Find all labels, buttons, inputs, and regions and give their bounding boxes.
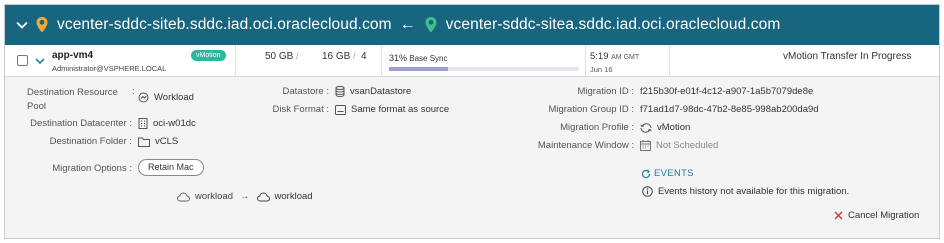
resource-pool-icon bbox=[138, 92, 149, 103]
sync-percent: 31% bbox=[389, 53, 408, 63]
migration-panel: vcenter-sddc-siteb.sddc.iad.oci.oraclecl… bbox=[4, 4, 940, 239]
info-icon bbox=[642, 186, 653, 197]
refresh-icon[interactable] bbox=[641, 169, 651, 179]
cloud-icon bbox=[177, 191, 190, 201]
migration-id-value: f215b30f-e01f-4c12-a907-1a5b7079de8e bbox=[640, 86, 814, 97]
events-info-text: Events history not available for this mi… bbox=[658, 186, 850, 197]
migration-options-label: Migration Options : bbox=[52, 163, 132, 174]
disk-icon bbox=[335, 104, 346, 115]
sync-status: 31% Base Sync bbox=[389, 53, 448, 63]
vmotion-badge: vMotion bbox=[191, 50, 226, 61]
datastore-label: Datastore : bbox=[282, 86, 329, 97]
migration-row[interactable]: app-vm4 Administrator@VSPHERE.LOCAL vMot… bbox=[5, 45, 939, 77]
chevron-down-icon[interactable] bbox=[34, 55, 46, 67]
cpu-count: 4 bbox=[361, 51, 367, 62]
migration-id-label: Migration ID : bbox=[577, 86, 635, 97]
label-colon: : bbox=[132, 86, 135, 97]
sync-progress-fill bbox=[389, 67, 448, 71]
site-location-icon bbox=[35, 16, 49, 34]
cancel-migration-label[interactable]: Cancel Migration bbox=[848, 210, 919, 221]
disk-format-text: Same format as source bbox=[351, 104, 450, 115]
dest-folder-label: Destination Folder : bbox=[49, 136, 132, 147]
size-separator: / bbox=[353, 51, 356, 61]
storage-size-value: 50 GB bbox=[265, 51, 294, 62]
vmotion-icon bbox=[640, 122, 652, 133]
sync-phase: Base Sync bbox=[409, 54, 448, 63]
migration-group-id-label: Migration Group ID : bbox=[548, 104, 634, 115]
dest-resource-pool-label: Destination Resource Pool bbox=[27, 87, 118, 112]
datacenter-icon bbox=[138, 118, 148, 129]
calendar-icon bbox=[640, 140, 651, 151]
size-separator: / bbox=[296, 51, 299, 61]
dest-datacenter-text: oci-w01dc bbox=[153, 118, 196, 129]
maintenance-window-value: Not Scheduled bbox=[640, 140, 718, 151]
events-info: Events history not available for this mi… bbox=[642, 186, 849, 197]
start-time: 5:19 AM GMT bbox=[590, 51, 639, 62]
migration-status: vMotion Transfer In Progress bbox=[783, 51, 912, 62]
network-target: workload bbox=[274, 191, 313, 202]
start-date: Jun 16 bbox=[590, 65, 613, 74]
migration-profile-text: vMotion bbox=[657, 122, 691, 133]
dest-folder-text: vCLS bbox=[155, 136, 179, 147]
datastore-text: vsanDatastore bbox=[350, 86, 412, 97]
site-location-icon bbox=[424, 16, 438, 34]
row-select-checkbox[interactable] bbox=[17, 55, 28, 66]
dest-resource-pool-value: Workload bbox=[138, 92, 194, 103]
left-arrow-icon: ← bbox=[399, 16, 416, 33]
cancel-migration-button[interactable]: Cancel Migration bbox=[834, 210, 919, 221]
migration-group-id-value: f71ad1d7-98dc-47b2-8e85-998ab200da9d bbox=[640, 104, 819, 115]
chevron-down-icon[interactable] bbox=[15, 21, 29, 29]
sync-progress-bar bbox=[389, 67, 579, 71]
dest-datacenter-label: Destination Datacenter : bbox=[30, 118, 132, 129]
close-icon[interactable] bbox=[834, 211, 843, 220]
vm-owner: Administrator@VSPHERE.LOCAL bbox=[52, 64, 167, 73]
right-arrow-icon: → bbox=[240, 191, 250, 202]
start-time-zone: AM GMT bbox=[611, 54, 640, 61]
network-mapping: workload → workload bbox=[177, 191, 313, 202]
folder-icon bbox=[138, 137, 150, 147]
migration-details: Destination Resource Pool : Workload Des… bbox=[5, 77, 939, 238]
start-time-value: 5:19 bbox=[590, 51, 609, 62]
dest-resource-pool-text: Workload bbox=[154, 92, 194, 103]
source-site-name: vcenter-sddc-siteb.sddc.iad.oci.oraclecl… bbox=[57, 16, 392, 33]
target-site-name: vcenter-sddc-sitea.sddc.iad.oci.oraclecl… bbox=[445, 16, 781, 33]
dest-datacenter-value: oci-w01dc bbox=[138, 118, 196, 129]
disk-format-value: Same format as source bbox=[335, 104, 449, 115]
site-pair-header[interactable]: vcenter-sddc-siteb.sddc.iad.oci.oraclecl… bbox=[5, 5, 939, 45]
maintenance-window-label: Maintenance Window : bbox=[537, 140, 634, 151]
storage-size: 50 GB / bbox=[265, 51, 299, 62]
disk-format-label: Disk Format : bbox=[272, 104, 329, 115]
datastore-icon bbox=[335, 86, 345, 97]
vm-name: app-vm4 bbox=[52, 50, 94, 61]
events-link[interactable]: EVENTS bbox=[641, 168, 694, 179]
maintenance-window-text: Not Scheduled bbox=[656, 140, 719, 151]
datastore-value: vsanDatastore bbox=[335, 86, 411, 97]
dest-folder-value: vCLS bbox=[138, 136, 178, 147]
memory-size: 16 GB / bbox=[322, 51, 356, 62]
migration-profile-value: vMotion bbox=[640, 122, 690, 133]
memory-size-value: 16 GB bbox=[322, 51, 351, 62]
events-link-label[interactable]: EVENTS bbox=[654, 168, 694, 179]
retain-mac-button[interactable]: Retain Mac bbox=[138, 159, 204, 176]
network-source: workload bbox=[195, 191, 234, 202]
cloud-icon bbox=[256, 191, 270, 201]
migration-profile-label: Migration Profile : bbox=[560, 122, 634, 133]
